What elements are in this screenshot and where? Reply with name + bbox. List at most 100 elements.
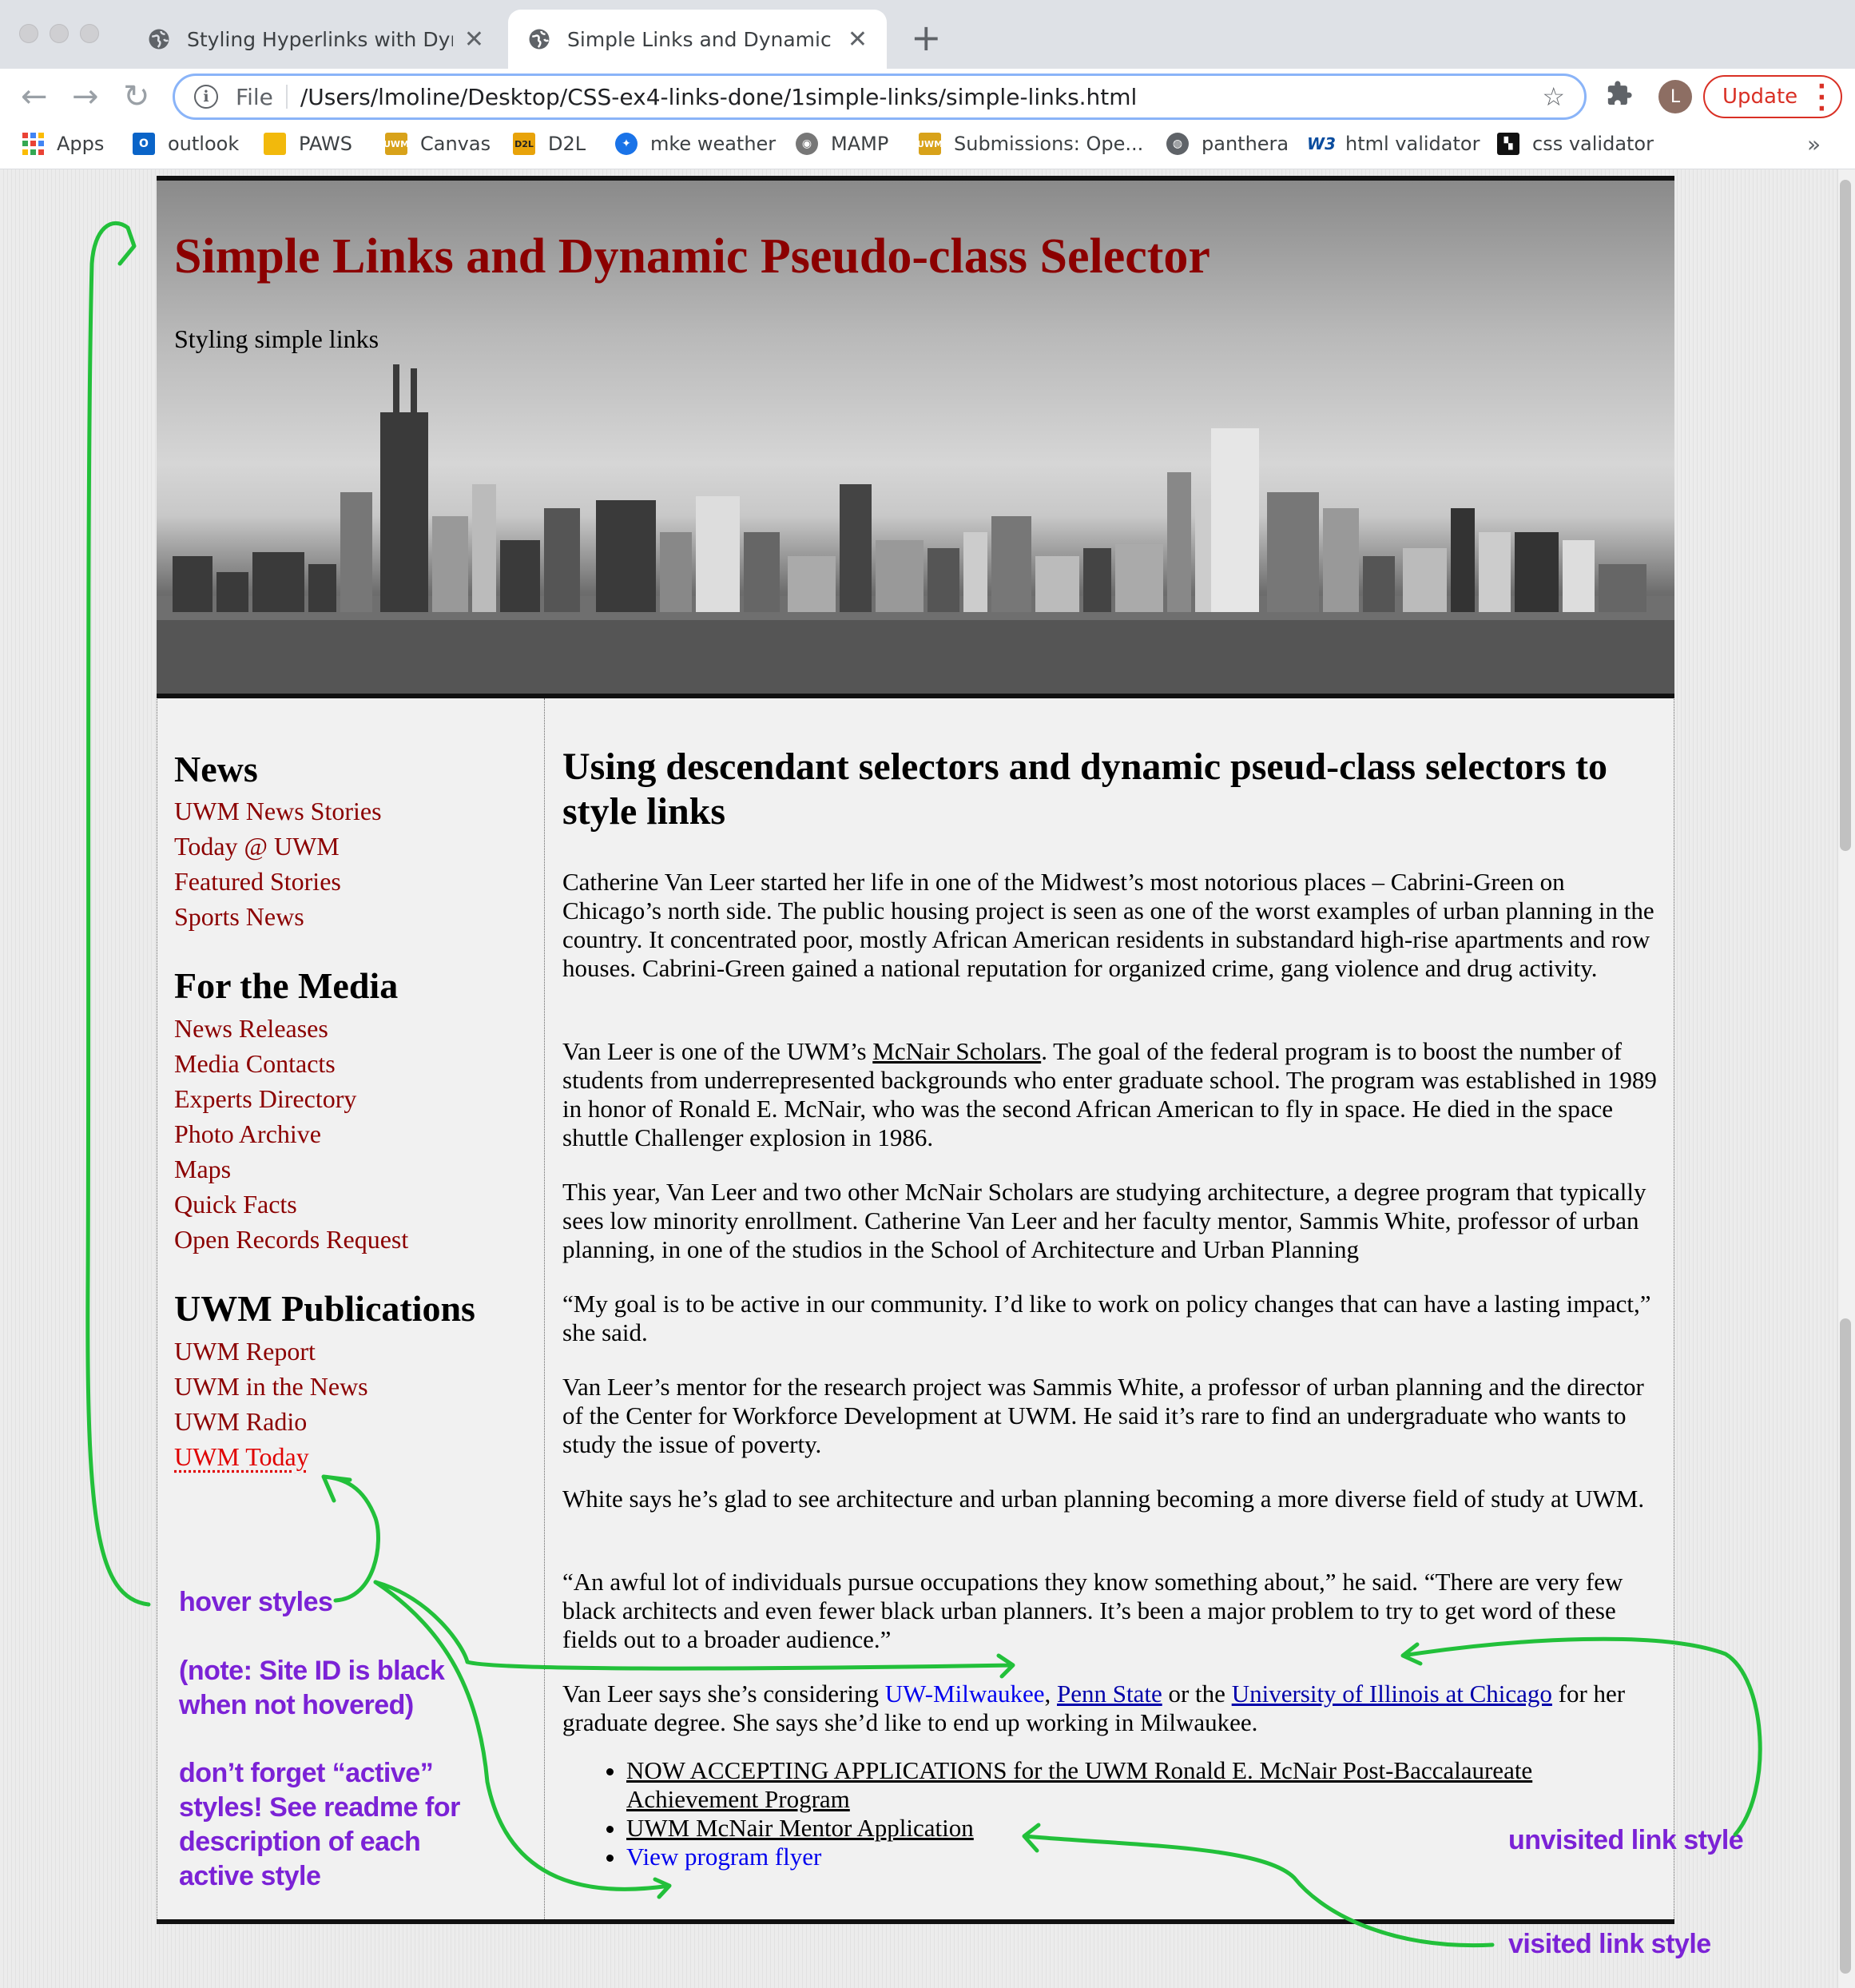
- list-item: UWM McNair Mentor Application: [626, 1814, 1601, 1843]
- sidebar-link-uwm-news-stories[interactable]: UWM News Stories: [174, 797, 382, 826]
- uw-milwaukee-link[interactable]: UW-Milwaukee: [885, 1680, 1045, 1708]
- close-tab-icon[interactable]: ✕: [464, 26, 484, 54]
- profile-avatar[interactable]: L: [1658, 80, 1692, 113]
- globe-icon: [149, 29, 169, 50]
- article-paragraph: Van Leer says she’s considering UW-Milwa…: [562, 1680, 1665, 1737]
- url-text[interactable]: /Users/lmoline/Desktop/CSS-ex4-links-don…: [300, 84, 1542, 110]
- text: ,: [1044, 1680, 1057, 1708]
- list-item: View program flyer: [626, 1843, 1601, 1871]
- tab-styling-hyperlinks[interactable]: Styling Hyperlinks with Dynami ✕: [128, 10, 503, 69]
- bookmark-label: MAMP: [831, 133, 889, 155]
- tab-title: Styling Hyperlinks with Dynami: [187, 27, 453, 51]
- sidebar-link-experts-directory[interactable]: Experts Directory: [174, 1084, 356, 1114]
- scrollbar-thumb[interactable]: [1840, 1318, 1851, 1974]
- sidebar-link-open-records[interactable]: Open Records Request: [174, 1225, 408, 1254]
- bookmark-submissions[interactable]: UWM Submissions: Ope...: [917, 133, 1144, 155]
- minimize-window-button[interactable]: [50, 24, 69, 43]
- sidebar-link-uwm-radio[interactable]: UWM Radio: [174, 1407, 307, 1437]
- bookmark-label: mke weather: [650, 133, 777, 155]
- bookmarks-bar: Apps O outlook PAWS UWM Canvas D2L D2L ✦…: [0, 125, 1855, 169]
- close-tab-icon[interactable]: ✕: [848, 26, 868, 54]
- w3c-icon: W3: [1307, 134, 1336, 153]
- bookmark-mke-weather[interactable]: ✦ mke weather: [615, 133, 776, 155]
- tab-simple-links[interactable]: Simple Links and Dynamic Pseu ✕: [508, 10, 887, 69]
- sidebar-link-today-uwm[interactable]: Today @ UWM: [174, 832, 340, 861]
- article-paragraph: Van Leer’s mentor for the research proje…: [562, 1373, 1644, 1458]
- site-tagline: Styling simple links: [174, 324, 379, 353]
- article-paragraph: Van Leer is one of the UWM’s McNair Scho…: [562, 1037, 1665, 1152]
- url-separator: [285, 85, 288, 109]
- bookmark-label: panthera: [1202, 133, 1289, 155]
- bookmark-label: PAWS: [299, 133, 353, 155]
- program-flyer-link[interactable]: View program flyer: [626, 1843, 821, 1871]
- text: Van Leer is one of the UWM’s: [562, 1037, 873, 1065]
- sidebar-link-uwm-today[interactable]: UWM Today: [174, 1442, 309, 1472]
- sidebar-heading-news: News: [174, 749, 258, 789]
- tab-title: Simple Links and Dynamic Pseu: [567, 27, 836, 51]
- reload-icon[interactable]: ↻: [123, 77, 150, 117]
- bookmark-label: Submissions: Ope...: [954, 133, 1144, 155]
- sidebar-link-uwm-in-the-news[interactable]: UWM in the News: [174, 1372, 368, 1402]
- site-info-icon[interactable]: i: [194, 85, 218, 109]
- outlook-icon: O: [133, 133, 155, 155]
- bookmark-paws[interactable]: PAWS: [264, 133, 352, 155]
- sidebar-link-photo-archive[interactable]: Photo Archive: [174, 1119, 321, 1149]
- sidebar-link-uwm-report[interactable]: UWM Report: [174, 1337, 316, 1366]
- sidebar-link-news-releases[interactable]: News Releases: [174, 1014, 328, 1044]
- bookmark-label: D2L: [548, 133, 586, 155]
- bookmark-panthera[interactable]: ◍ panthera: [1166, 133, 1289, 155]
- close-window-button[interactable]: [19, 24, 38, 43]
- uic-link[interactable]: University of Illinois at Chicago: [1232, 1680, 1552, 1708]
- address-bar[interactable]: i File /Users/lmoline/Desktop/CSS-ex4-li…: [173, 74, 1587, 120]
- article-paragraph: Catherine Van Leer started her life in o…: [562, 868, 1654, 982]
- sidebar-link-maps[interactable]: Maps: [174, 1155, 231, 1184]
- mcnair-scholars-link[interactable]: McNair Scholars: [872, 1037, 1041, 1065]
- sidebar-heading-publications: UWM Publications: [174, 1288, 475, 1329]
- bookmark-mamp[interactable]: ◉ MAMP: [796, 133, 888, 155]
- mamp-icon: ◉: [796, 133, 818, 155]
- scrollbar-thumb[interactable]: [1840, 180, 1851, 851]
- bookmark-d2l[interactable]: D2L D2L: [513, 133, 586, 155]
- uwm-icon: UWM: [383, 133, 409, 155]
- article-heading: Using descendant selectors and dynamic p…: [562, 746, 1607, 833]
- tab-strip: Styling Hyperlinks with Dynami ✕ Simple …: [0, 0, 1855, 69]
- annotation-unvisited: unvisited link style: [1508, 1825, 1744, 1855]
- text: or the: [1162, 1680, 1232, 1708]
- now-accepting-applications-link[interactable]: NOW ACCEPTING APPLICATIONS for the UWM R…: [626, 1756, 1532, 1813]
- annotation-note: (note: Site ID is black when not hovered…: [179, 1656, 445, 1720]
- bookmark-label: html validator: [1345, 133, 1480, 155]
- update-button[interactable]: Update · · ·: [1703, 75, 1842, 121]
- bookmark-apps[interactable]: Apps: [22, 133, 104, 155]
- more-bookmarks-icon[interactable]: »: [1807, 131, 1821, 157]
- mentor-application-link[interactable]: UWM McNair Mentor Application: [626, 1814, 974, 1842]
- sidebar-link-media-contacts[interactable]: Media Contacts: [174, 1049, 336, 1079]
- bookmark-html-validator[interactable]: W3 html validator: [1307, 133, 1480, 155]
- bookmark-css-validator[interactable]: ▚ css validator: [1497, 133, 1654, 155]
- sidebar-link-quick-facts[interactable]: Quick Facts: [174, 1190, 297, 1219]
- bookmark-label: outlook: [168, 133, 240, 155]
- article-paragraph: “An awful lot of individuals pursue occu…: [562, 1568, 1623, 1653]
- penn-state-link[interactable]: Penn State: [1057, 1680, 1162, 1708]
- zoom-window-button[interactable]: [80, 24, 99, 43]
- forward-arrow-icon[interactable]: →: [72, 77, 99, 117]
- css-validator-icon: ▚: [1497, 133, 1519, 155]
- uwm-icon: UWM: [917, 133, 943, 155]
- browser-toolbar: ← → ↻ i File /Users/lmoline/Desktop/CSS-…: [0, 69, 1855, 125]
- paws-icon: [264, 133, 286, 155]
- apps-grid-icon: [22, 133, 44, 155]
- sidebar-heading-media: For the Media: [174, 965, 399, 1006]
- new-tab-button[interactable]: +: [911, 18, 942, 58]
- globe-icon: ◍: [1166, 133, 1189, 155]
- weather-icon: ✦: [615, 133, 638, 155]
- site-title[interactable]: Simple Links and Dynamic Pseudo-class Se…: [174, 229, 1210, 285]
- back-arrow-icon[interactable]: ←: [21, 77, 48, 117]
- globe-icon: [529, 29, 550, 50]
- menu-dots-icon[interactable]: · · ·: [1817, 75, 1826, 121]
- extensions-puzzle-icon[interactable]: [1606, 80, 1633, 107]
- article-paragraph: This year, Van Leer and two other McNair…: [562, 1178, 1646, 1263]
- bookmark-star-icon[interactable]: ☆: [1542, 82, 1565, 112]
- bookmark-outlook[interactable]: O outlook: [133, 133, 239, 155]
- sidebar-link-featured-stories[interactable]: Featured Stories: [174, 867, 341, 897]
- bookmark-canvas[interactable]: UWM Canvas: [383, 133, 491, 155]
- sidebar-link-sports-news[interactable]: Sports News: [174, 902, 304, 932]
